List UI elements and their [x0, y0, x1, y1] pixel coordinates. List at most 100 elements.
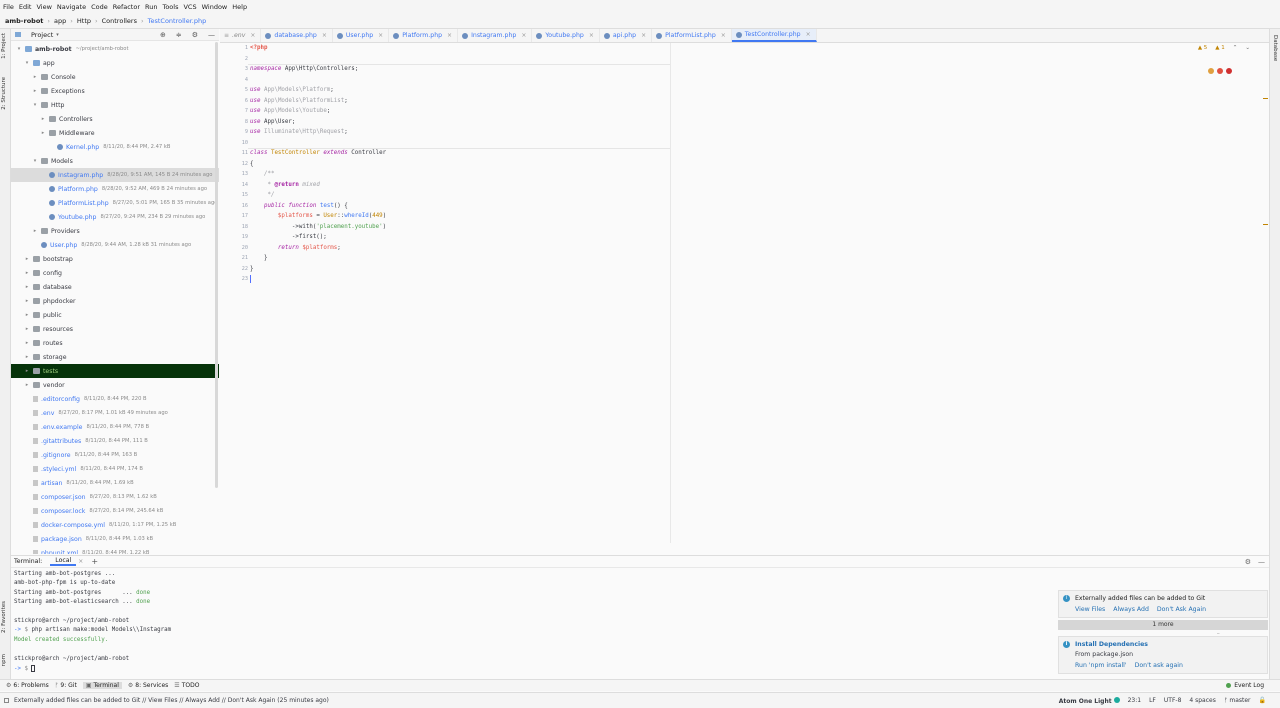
add-terminal-icon[interactable]: +: [91, 557, 98, 566]
close-icon[interactable]: ×: [521, 32, 526, 39]
tree-file[interactable]: artisan 8/11/20, 8:44 PM, 1.69 kB: [11, 476, 219, 490]
weak-warning-count[interactable]: ▲ 1: [1215, 45, 1224, 51]
editor-tab[interactable]: database.php ×: [261, 29, 333, 42]
tree-file[interactable]: User.php 8/28/20, 9:44 AM, 1.28 kB 31 min…: [11, 238, 219, 252]
database-tool-button[interactable]: Database: [1272, 35, 1278, 61]
event-log-button[interactable]: Event Log: [1226, 682, 1264, 689]
chevron-down-icon[interactable]: ▾: [15, 46, 23, 52]
project-tool-button[interactable]: 1: Project: [1, 33, 7, 59]
chevron-right-icon[interactable]: ▸: [23, 382, 31, 388]
tree-folder[interactable]: ▸ config: [11, 266, 219, 280]
tree-folder[interactable]: ▸ database: [11, 280, 219, 294]
tree-file[interactable]: .env 8/27/20, 8:17 PM, 1.01 kB 49 minutes…: [11, 406, 219, 420]
menu-item-vcs[interactable]: VCS: [183, 3, 196, 11]
tree-file[interactable]: PlatformList.php 8/27/20, 5:01 PM, 165 B …: [11, 196, 219, 210]
chevron-right-icon[interactable]: ▸: [23, 270, 31, 276]
menu-item-run[interactable]: Run: [145, 3, 157, 11]
chevron-right-icon[interactable]: ▸: [23, 298, 31, 304]
tree-folder[interactable]: ▸ storage: [11, 350, 219, 364]
tool-window-problems[interactable]: ⚙ 6: Problems: [6, 682, 49, 689]
tree-file[interactable]: .env.example 8/11/20, 8:44 PM, 778 B: [11, 420, 219, 434]
cursor-position[interactable]: 23:1: [1128, 697, 1141, 704]
menu-item-refactor[interactable]: Refactor: [113, 3, 140, 11]
menu-item-code[interactable]: Code: [91, 3, 108, 11]
editor-tab[interactable]: User.php ×: [333, 29, 390, 42]
notification-action-link[interactable]: Always Add: [1113, 606, 1149, 613]
code-editor[interactable]: <?php namespace App\Http\Controllers; use …: [250, 43, 670, 543]
tree-file[interactable]: Youtube.php 8/27/20, 9:24 PM, 234 B 29 mi…: [11, 210, 219, 224]
tool-window-todo[interactable]: ☰ TODO: [174, 682, 199, 689]
tree-file[interactable]: composer.lock 8/27/20, 8:14 PM, 245.64 kB: [11, 504, 219, 518]
breadcrumb-item[interactable]: TestController.php: [148, 17, 207, 25]
tree-folder[interactable]: ▸ tests: [11, 364, 219, 378]
chevron-right-icon[interactable]: ▸: [23, 284, 31, 290]
editor-tab[interactable]: Platform.php ×: [389, 29, 459, 42]
tree-file[interactable]: .gitignore 8/11/20, 8:44 PM, 163 B: [11, 448, 219, 462]
tree-file[interactable]: package.json 8/11/20, 8:44 PM, 1.03 kB: [11, 532, 219, 546]
tree-folder[interactable]: ▸ vendor: [11, 378, 219, 392]
chevron-right-icon[interactable]: ▸: [23, 354, 31, 360]
close-icon[interactable]: ×: [322, 32, 327, 39]
notification-action-link[interactable]: Don't ask again: [1135, 662, 1183, 669]
structure-tool-button[interactable]: 2: Structure: [1, 77, 7, 110]
chevron-down-icon[interactable]: ⌄: [1245, 45, 1250, 51]
menu-item-tools[interactable]: Tools: [162, 3, 178, 11]
close-icon[interactable]: ×: [806, 31, 811, 38]
tree-folder[interactable]: ▸ Middleware: [11, 126, 219, 140]
indent-setting[interactable]: 4 spaces: [1189, 697, 1215, 704]
notification-action-link[interactable]: Run 'npm install': [1075, 662, 1127, 669]
close-icon[interactable]: ×: [721, 32, 726, 39]
terminal-tab-local[interactable]: Local: [50, 557, 77, 566]
tree-file[interactable]: .styleci.yml 8/11/20, 8:44 PM, 174 B: [11, 462, 219, 476]
tree-folder[interactable]: ▸ bootstrap: [11, 252, 219, 266]
project-panel-title[interactable]: Project: [31, 31, 53, 39]
notification-action-link[interactable]: View Files: [1075, 606, 1105, 613]
lock-icon[interactable]: 🔓: [1259, 697, 1266, 704]
chevron-right-icon[interactable]: ▸: [23, 256, 31, 262]
tree-folder[interactable]: ▸ Providers: [11, 224, 219, 238]
tree-folder[interactable]: ▾ Models: [11, 154, 219, 168]
chevron-up-icon[interactable]: ⌃: [1233, 45, 1238, 51]
git-branch[interactable]: ᚠ master: [1224, 697, 1251, 704]
tree-folder[interactable]: ▸ Exceptions: [11, 84, 219, 98]
close-icon[interactable]: ×: [589, 32, 594, 39]
menu-item-window[interactable]: Window: [202, 3, 228, 11]
tree-file[interactable]: composer.json 8/27/20, 8:13 PM, 1.62 kB: [11, 490, 219, 504]
hide-icon[interactable]: —: [1258, 558, 1265, 566]
firefox-icon[interactable]: [1217, 68, 1223, 74]
chevron-right-icon[interactable]: ▸: [23, 312, 31, 318]
editor-tab[interactable]: PlatformList.php ×: [652, 29, 732, 42]
tree-folder[interactable]: ▸ Controllers: [11, 112, 219, 126]
editor-tab[interactable]: Youtube.php ×: [532, 29, 600, 42]
chevron-down-icon[interactable]: ▾: [31, 158, 39, 164]
menu-item-file[interactable]: File: [3, 3, 14, 11]
warning-count[interactable]: ▲ 5: [1198, 45, 1207, 51]
opera-icon[interactable]: [1226, 68, 1232, 74]
tree-folder[interactable]: ▸ public: [11, 308, 219, 322]
tree-folder[interactable]: ▾ app: [11, 56, 219, 70]
status-message[interactable]: Externally added files can be added to G…: [14, 697, 329, 704]
chevron-right-icon[interactable]: ▸: [31, 228, 39, 234]
line-separator[interactable]: LF: [1149, 697, 1156, 704]
notification-action-link[interactable]: Don't Ask Again: [1157, 606, 1206, 613]
chevron-right-icon[interactable]: ▸: [39, 130, 47, 136]
npm-tool-button[interactable]: npm: [1, 654, 7, 666]
gear-icon[interactable]: ⚙: [192, 31, 198, 39]
chevron-right-icon[interactable]: ▸: [23, 340, 31, 346]
close-icon[interactable]: ×: [447, 32, 452, 39]
collapse-all-icon[interactable]: ≑: [176, 31, 182, 39]
chevron-right-icon[interactable]: ▸: [23, 326, 31, 332]
tree-folder[interactable]: ▸ resources: [11, 322, 219, 336]
chevron-right-icon[interactable]: ▸: [31, 88, 39, 94]
menu-item-help[interactable]: Help: [232, 3, 247, 11]
menu-item-edit[interactable]: Edit: [19, 3, 32, 11]
tree-folder[interactable]: ▾ Http: [11, 98, 219, 112]
tree-file[interactable]: Kernel.php 8/11/20, 8:44 PM, 2.47 kB: [11, 140, 219, 154]
chevron-down-icon[interactable]: ▾: [56, 32, 59, 38]
tree-file[interactable]: .editorconfig 8/11/20, 8:44 PM, 220 B: [11, 392, 219, 406]
breadcrumb-item[interactable]: Controllers: [102, 17, 137, 25]
favorites-tool-button[interactable]: 2: Favorites: [1, 601, 7, 633]
gear-icon[interactable]: ⚙: [1245, 558, 1251, 566]
tree-file[interactable]: .gitattributes 8/11/20, 8:44 PM, 111 B: [11, 434, 219, 448]
editor-tab[interactable]: api.php ×: [600, 29, 653, 42]
